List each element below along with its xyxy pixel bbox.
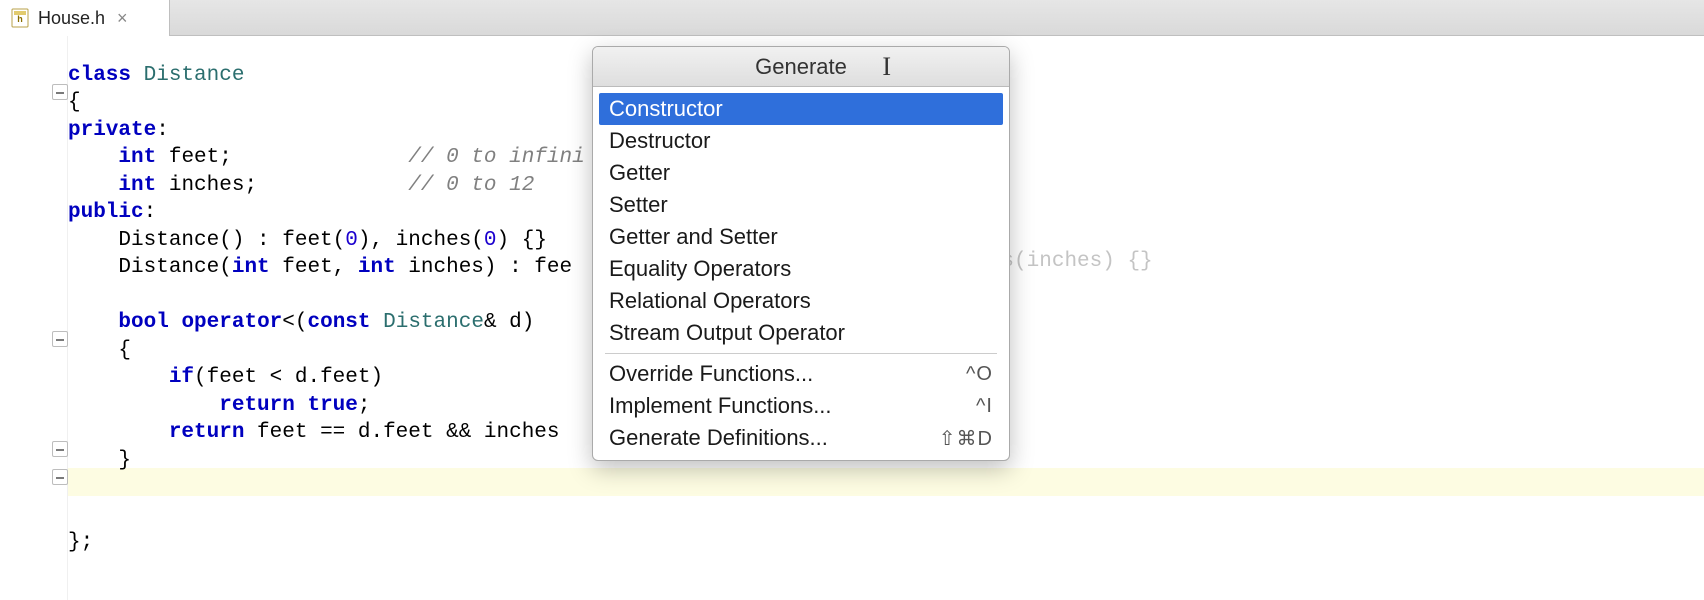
popup-item-label: Relational Operators	[609, 288, 811, 314]
popup-item-override-functions-[interactable]: Override Functions... ^O	[599, 358, 1003, 390]
popup-item-destructor[interactable]: Destructor	[599, 125, 1003, 157]
popup-body: Constructor Destructor Getter Setter Getter …	[593, 87, 1009, 460]
popup-item-equality-operators[interactable]: Equality Operators	[599, 253, 1003, 285]
popup-item-label: Setter	[609, 192, 668, 218]
popup-item-generate-definitions-[interactable]: Generate Definitions... ⇧⌘D	[599, 422, 1003, 454]
popup-item-label: Override Functions...	[609, 361, 813, 387]
editor-tab-house-h[interactable]: h House.h ×	[0, 0, 170, 36]
popup-item-label: Constructor	[609, 96, 723, 122]
popup-item-implement-functions-[interactable]: Implement Functions... ^I	[599, 390, 1003, 422]
generate-popup: Generate I Constructor Destructor Getter Se…	[592, 46, 1010, 461]
tab-label: House.h	[38, 8, 105, 29]
fold-toggle-icon[interactable]	[52, 331, 68, 347]
popup-item-getter[interactable]: Getter	[599, 157, 1003, 189]
popup-item-label: Generate Definitions...	[609, 425, 828, 451]
popup-item-getter-and-setter[interactable]: Getter and Setter	[599, 221, 1003, 253]
fold-toggle-icon[interactable]	[52, 84, 68, 100]
popup-item-label: Destructor	[609, 128, 710, 154]
text-cursor-icon: I	[882, 52, 891, 82]
svg-text:h: h	[17, 14, 23, 24]
fold-toggle-icon[interactable]	[52, 469, 68, 485]
popup-title-bar: Generate I	[593, 47, 1009, 87]
popup-title: Generate	[755, 54, 847, 80]
popup-item-shortcut: ^I	[976, 395, 993, 418]
editor-gutter	[0, 36, 68, 600]
popup-item-shortcut: ⇧⌘D	[939, 426, 993, 451]
popup-separator	[605, 353, 997, 354]
popup-item-label: Implement Functions...	[609, 393, 832, 419]
popup-item-stream-output-operator[interactable]: Stream Output Operator	[599, 317, 1003, 349]
header-file-icon: h	[10, 8, 30, 28]
popup-item-label: Getter and Setter	[609, 224, 778, 250]
popup-item-setter[interactable]: Setter	[599, 189, 1003, 221]
popup-item-relational-operators[interactable]: Relational Operators	[599, 285, 1003, 317]
popup-item-label: Equality Operators	[609, 256, 791, 282]
close-icon[interactable]: ×	[117, 8, 128, 29]
popup-item-constructor[interactable]: Constructor	[599, 93, 1003, 125]
popup-item-label: Stream Output Operator	[609, 320, 845, 346]
popup-item-label: Getter	[609, 160, 670, 186]
fold-toggle-icon[interactable]	[52, 441, 68, 457]
popup-item-shortcut: ^O	[966, 363, 993, 386]
tab-bar: h House.h ×	[0, 0, 1704, 36]
